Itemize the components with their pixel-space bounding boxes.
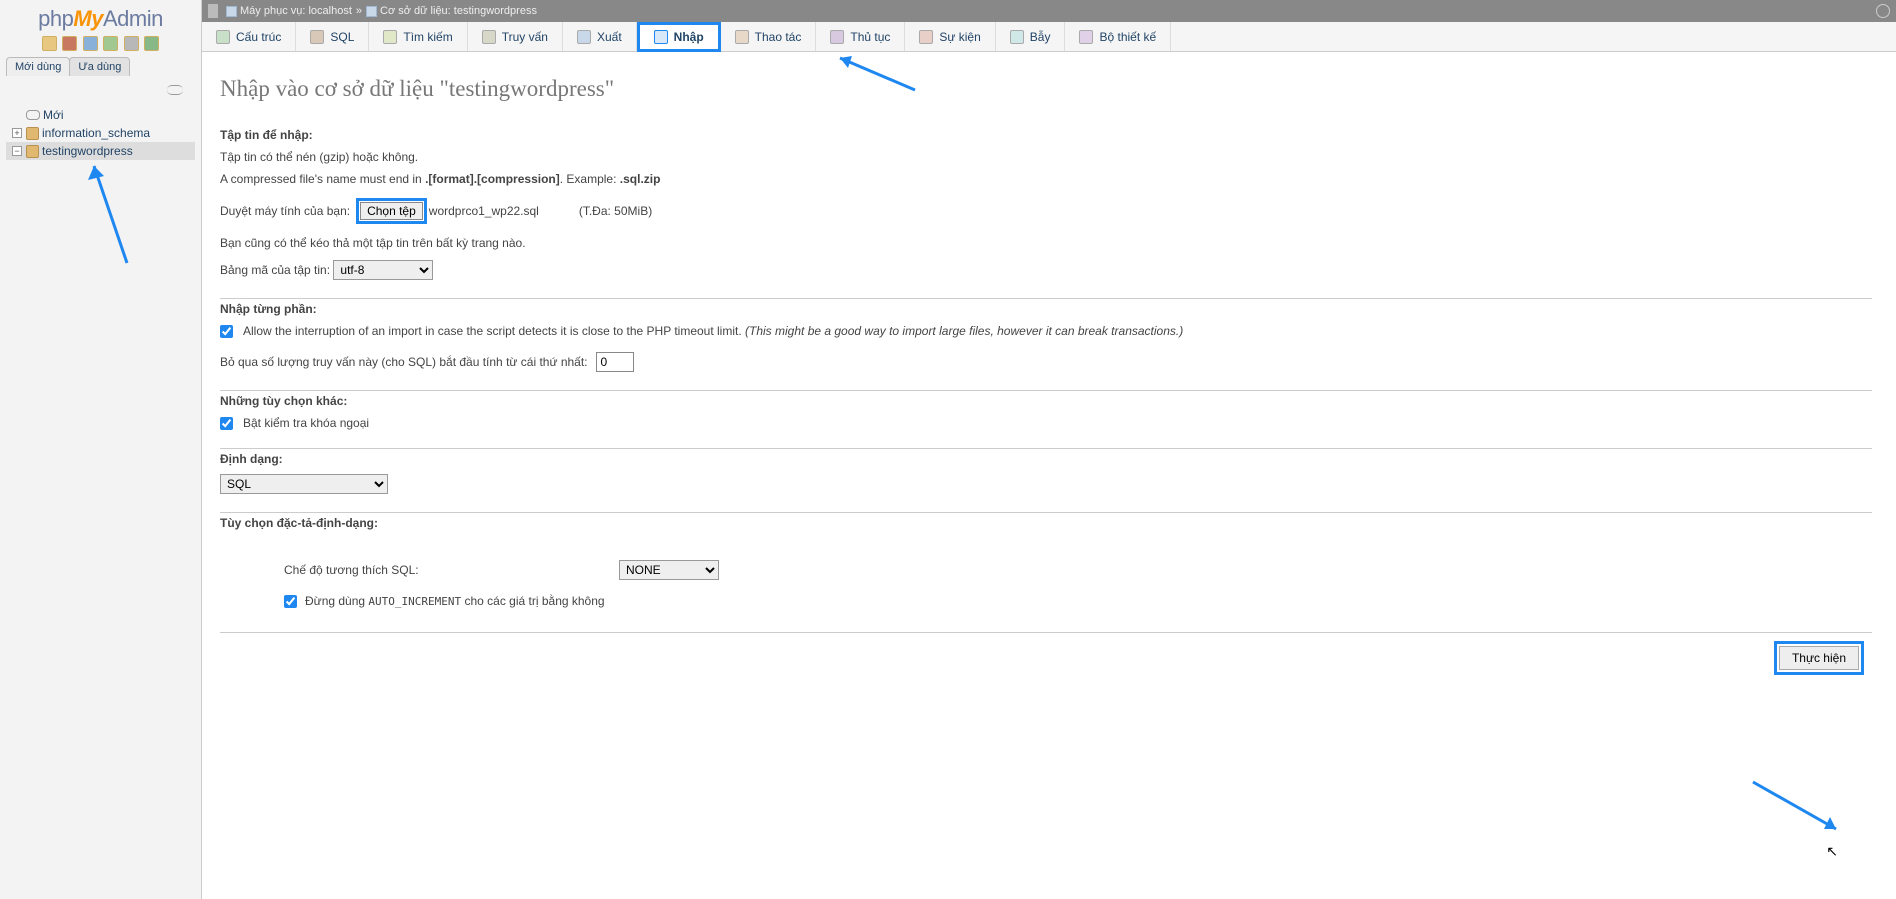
database-icon bbox=[26, 127, 39, 140]
file-drop-hint: Bạn cũng có thể kéo thả một tập tin trên… bbox=[220, 234, 1872, 252]
skip-label: Bỏ qua số lượng truy vấn này (cho SQL) b… bbox=[220, 355, 588, 369]
tree-db-information-schema[interactable]: +information_schema bbox=[6, 124, 195, 142]
compat-select[interactable]: NONE bbox=[619, 560, 719, 580]
collapse-icon[interactable]: − bbox=[12, 146, 22, 156]
tab-query[interactable]: Truy vấn bbox=[468, 22, 563, 51]
content: Nhập vào cơ sở dữ liệu "testingwordpress… bbox=[202, 52, 1896, 683]
format-section-title: Định dạng: bbox=[220, 448, 1872, 466]
breadcrumb-sep: » bbox=[356, 5, 362, 17]
collapse-panel-icon[interactable] bbox=[208, 4, 218, 18]
reload-icon[interactable] bbox=[124, 36, 139, 51]
format-select[interactable]: SQL bbox=[220, 474, 388, 494]
database-icon bbox=[366, 6, 377, 17]
tree-db-testingwordpress[interactable]: −testingwordpress bbox=[6, 142, 195, 160]
no-autoincrement-label: Đừng dùng AUTO_INCREMENT cho các giá trị… bbox=[305, 594, 605, 608]
nav-icons bbox=[0, 34, 201, 57]
allow-interrupt-label: Allow the interruption of an import in c… bbox=[243, 324, 1183, 338]
events-icon bbox=[919, 30, 933, 44]
tab-export[interactable]: Xuất bbox=[563, 22, 637, 51]
tab-operations[interactable]: Thao tác bbox=[721, 22, 817, 51]
tab-recent[interactable]: Mới dùng bbox=[6, 57, 70, 76]
max-size: (T.Đa: 50MiB) bbox=[579, 204, 652, 218]
logo[interactable]: phpMyAdmin bbox=[0, 0, 201, 34]
search-icon bbox=[383, 30, 397, 44]
no-autoincrement-checkbox[interactable] bbox=[284, 595, 297, 608]
file-section-title: Tập tin để nhập: bbox=[220, 128, 1872, 142]
charset-select[interactable]: utf-8 bbox=[333, 260, 433, 280]
page-title: Nhập vào cơ sở dữ liệu "testingwordpress… bbox=[220, 76, 1872, 102]
charset-label: Bảng mã của tập tin: bbox=[220, 263, 330, 277]
structure-icon bbox=[216, 30, 230, 44]
logout-icon[interactable] bbox=[62, 36, 77, 51]
gear-icon[interactable] bbox=[1876, 4, 1890, 18]
query-icon bbox=[482, 30, 496, 44]
tab-import[interactable]: Nhập bbox=[637, 22, 721, 52]
breadcrumb: Máy phục vụ: localhost » Cơ sở dữ liệu: … bbox=[202, 0, 1896, 22]
ops-icon bbox=[735, 30, 749, 44]
other-section-title: Những tùy chọn khác: bbox=[220, 390, 1872, 408]
tab-search[interactable]: Tìm kiếm bbox=[369, 22, 467, 51]
tab-triggers[interactable]: Bẫy bbox=[996, 22, 1066, 51]
expand-icon[interactable]: + bbox=[12, 128, 22, 138]
export-icon bbox=[577, 30, 591, 44]
submit-button[interactable]: Thực hiện bbox=[1779, 646, 1859, 670]
main-tabs: Cấu trúc SQL Tìm kiếm Truy vấn Xuất Nhập… bbox=[202, 22, 1896, 52]
browse-label: Duyệt máy tính của bạn: bbox=[220, 204, 350, 218]
tab-events[interactable]: Sự kiện bbox=[905, 22, 995, 51]
partial-section-title: Nhập từng phần: bbox=[220, 298, 1872, 316]
designer-icon bbox=[1079, 30, 1093, 44]
fk-check-checkbox[interactable] bbox=[220, 417, 233, 430]
database-icon bbox=[26, 145, 39, 158]
trigger-icon bbox=[1010, 30, 1024, 44]
routine-icon bbox=[830, 30, 844, 44]
skip-input[interactable] bbox=[596, 352, 634, 372]
home-icon[interactable] bbox=[42, 36, 57, 51]
allow-interrupt-checkbox[interactable] bbox=[220, 325, 233, 338]
side-tabs: Mới dùng Ưa dùng bbox=[0, 57, 201, 76]
cursor-icon: ↖ bbox=[1826, 843, 1838, 860]
file-hint-1: Tập tin có thể nén (gzip) hoặc không. bbox=[220, 148, 1872, 166]
tab-structure[interactable]: Cấu trúc bbox=[202, 22, 296, 51]
tab-sql[interactable]: SQL bbox=[296, 22, 369, 51]
fk-check-label: Bật kiểm tra khóa ngoại bbox=[243, 416, 369, 430]
sql-icon bbox=[310, 30, 324, 44]
tab-designer[interactable]: Bộ thiết kế bbox=[1065, 22, 1171, 51]
annotation-arrow-3 bbox=[1748, 777, 1848, 839]
collapse-icon[interactable] bbox=[167, 85, 183, 95]
chosen-filename: wordprco1_wp22.sql bbox=[429, 204, 539, 218]
tab-favorite[interactable]: Ưa dùng bbox=[69, 57, 130, 76]
choose-file-button[interactable]: Chọn tệp bbox=[360, 202, 423, 220]
tab-routines[interactable]: Thủ tục bbox=[816, 22, 905, 51]
server-icon bbox=[226, 6, 237, 17]
navsettings-icon[interactable] bbox=[103, 36, 118, 51]
db-tree: Mới +information_schema −testingwordpres… bbox=[0, 102, 201, 164]
docs-icon[interactable] bbox=[83, 36, 98, 51]
breadcrumb-server[interactable]: Máy phục vụ: localhost bbox=[240, 5, 352, 17]
spec-section-title: Tùy chọn đặc-tả-định-dạng: bbox=[220, 512, 1872, 530]
engine-icon[interactable] bbox=[144, 36, 159, 51]
new-link-icon bbox=[26, 110, 40, 120]
import-icon bbox=[654, 30, 668, 44]
tree-new[interactable]: Mới bbox=[6, 106, 195, 124]
sidebar: phpMyAdmin Mới dùng Ưa dùng Mới +informa… bbox=[0, 0, 202, 899]
main: Máy phục vụ: localhost » Cơ sở dữ liệu: … bbox=[202, 0, 1896, 899]
file-hint-2: A compressed file's name must end in .[f… bbox=[220, 170, 1872, 188]
breadcrumb-db[interactable]: Cơ sở dữ liệu: testingwordpress bbox=[380, 5, 537, 17]
compat-label: Chế độ tương thích SQL: bbox=[284, 563, 619, 577]
